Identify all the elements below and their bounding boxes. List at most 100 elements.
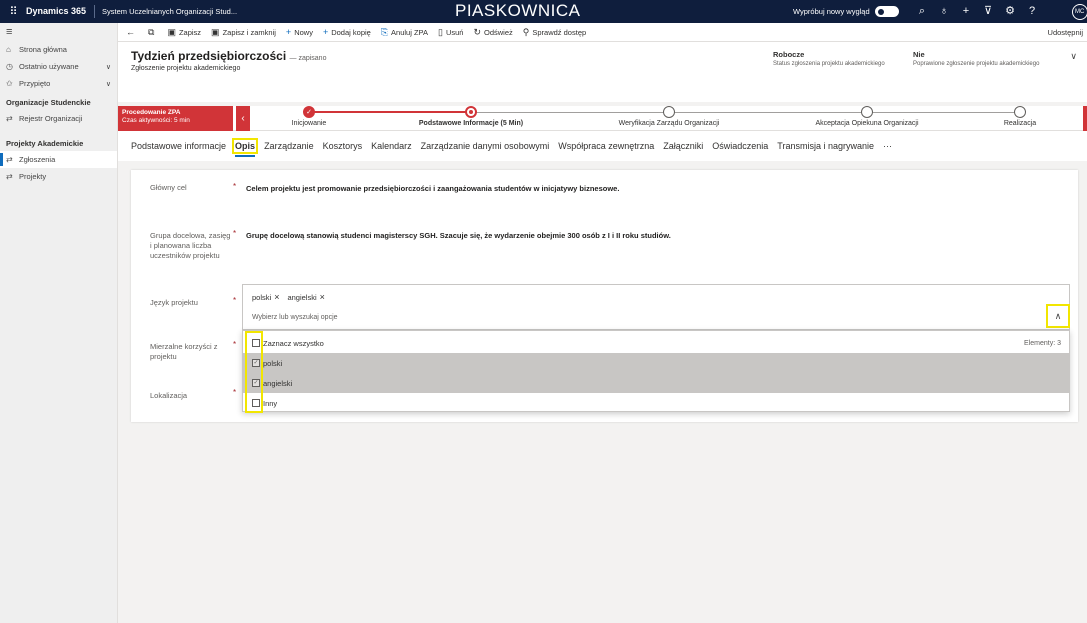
cancel-zpa-button[interactable]: ⎘ Anuluj ZPA — [381, 27, 428, 38]
tab-description[interactable]: Opis — [232, 138, 259, 157]
tab-declarations[interactable]: Oświadczenia — [712, 141, 768, 151]
close-icon[interactable]: × — [320, 292, 325, 302]
check-access-button[interactable]: ⚲ Sprawdź dostęp — [523, 27, 586, 38]
popout-button[interactable]: ⧉ — [148, 27, 157, 38]
option-label: Zaznacz wszystko — [263, 338, 324, 348]
required-mark: * — [233, 388, 237, 397]
process-next-strip[interactable] — [1083, 106, 1087, 131]
save-icon: ▣ — [167, 26, 176, 37]
record-title: Tydzień przedsiębiorczości — [131, 49, 287, 63]
chevron-down-icon[interactable]: ∨ — [106, 80, 111, 88]
close-icon[interactable]: × — [274, 292, 279, 302]
target-group-value[interactable]: Grupę docelową stanowią studenci magiste… — [246, 231, 671, 240]
sidebar-item-projects[interactable]: ⇄ Projekty — [0, 168, 117, 185]
list-item[interactable]: ✓ polski — [243, 353, 1069, 373]
select-all-option[interactable]: Zaznacz wszystko Elementy: 3 — [243, 333, 1069, 353]
stage-label[interactable]: Akceptacja Opiekuna Organizacji — [815, 120, 918, 127]
try-new-look-label: Wypróbuj nowy wygląd — [793, 7, 870, 16]
sidebar-item-label: Rejestr Organizacji — [19, 114, 83, 123]
tab-more[interactable]: ··· — [883, 141, 892, 151]
chevron-up-icon[interactable]: ∧ — [1046, 304, 1070, 328]
tab-personal-data[interactable]: Zarządzanie danymi osobowymi — [421, 141, 550, 151]
sidebar-item-submissions[interactable]: ⇄ Zgłoszenia — [0, 151, 117, 168]
filter-icon[interactable]: ⊽ — [977, 3, 999, 19]
status-value: Robocze — [773, 50, 805, 59]
goal-value[interactable]: Celem projektu jest promowanie przedsięb… — [246, 184, 619, 193]
sidebar-group-projects: Projekty Akademickie — [6, 139, 84, 148]
brand-name[interactable]: Dynamics 365 — [26, 5, 96, 18]
sidebar-item-pinned[interactable]: ✩ Przypięto ∨ — [0, 75, 117, 92]
avatar[interactable]: MC — [1072, 4, 1087, 20]
plus-icon[interactable]: + — [955, 3, 977, 19]
stage-label[interactable]: Inicjowanie — [292, 120, 327, 127]
tab-calendar[interactable]: Kalendarz — [371, 141, 412, 151]
tab-management[interactable]: Zarządzanie — [264, 141, 314, 151]
tab-basic-info[interactable]: Podstawowe informacje — [131, 141, 226, 151]
stage-node[interactable] — [663, 106, 675, 118]
option-label: polski — [263, 358, 283, 368]
top-icons: ⌕ ♁ + ⊽ ⚙ ? — [911, 3, 1043, 19]
delete-label: Usuń — [445, 27, 464, 37]
language-search-input[interactable]: Wybierz lub wyszukaj opcje — [252, 314, 338, 321]
stage-node-active[interactable] — [465, 106, 477, 118]
back-button[interactable]: ← — [126, 27, 138, 37]
checkbox[interactable]: ✓ — [252, 379, 260, 387]
sidebar-item-recent[interactable]: ◷ Ostatnio używane ∨ — [0, 58, 117, 75]
lightbulb-icon[interactable]: ♁ — [933, 3, 955, 19]
checkbox[interactable] — [252, 339, 260, 347]
option-label: angielski — [263, 378, 293, 388]
language-tags: polski × angielski × — [252, 292, 333, 302]
checkbox[interactable] — [252, 399, 260, 407]
stage-label[interactable]: Weryfikacja Zarządu Organizacji — [619, 120, 720, 127]
stage-node[interactable] — [861, 106, 873, 118]
try-new-look[interactable]: Wypróbuj nowy wygląd — [793, 6, 899, 17]
option-label: Inny — [263, 398, 278, 408]
new-button[interactable]: + Nowy — [286, 27, 313, 37]
tab-external-cooperation[interactable]: Współpraca zewnętrzna — [558, 141, 654, 151]
add-copy-button[interactable]: + Dodaj kopię — [323, 27, 371, 37]
benefits-label: Mierzalne korzyści z projektu — [150, 342, 218, 361]
stage-label[interactable]: Realizacja — [1004, 120, 1036, 127]
app-launcher-icon[interactable]: ⠿ — [0, 5, 26, 18]
tag-chip: polski × — [252, 292, 279, 302]
page-title: Tydzień przedsiębiorczości — zapisano — [131, 49, 326, 63]
chevron-left-icon[interactable]: ‹ — [236, 106, 250, 131]
hamburger-icon[interactable]: ≡ — [0, 23, 117, 41]
delete-button[interactable]: ▯ Usuń — [438, 27, 463, 38]
share-button[interactable]: Udostępnij — [1048, 28, 1083, 37]
clock-icon: ◷ — [6, 62, 13, 71]
list-item[interactable]: Inny — [243, 393, 1069, 413]
list-item[interactable]: ✓ angielski — [243, 373, 1069, 393]
key-search-icon: ⚲ — [522, 26, 530, 37]
process-flyout[interactable]: Procedowanie ZPA Czas aktywności: 5 min — [118, 106, 233, 131]
process-time: Czas aktywności: 5 min — [122, 117, 190, 124]
app-name[interactable]: System Uczelnianych Organizacji Stud... — [95, 7, 237, 16]
sidebar-item-label: Ostatnio używane — [19, 62, 79, 71]
stage-label-active[interactable]: Podstawowe Informacje (5 Min) — [419, 120, 523, 127]
sidebar-item-home[interactable]: ⌂ Strona główna — [0, 41, 117, 58]
language-multiselect[interactable]: polski × angielski × Wybierz lub wyszuka… — [242, 284, 1070, 330]
tab-attachments[interactable]: Załączniki — [663, 141, 703, 151]
tab-budget[interactable]: Kosztorys — [323, 141, 363, 151]
checkbox[interactable]: ✓ — [252, 359, 260, 367]
gear-icon[interactable]: ⚙ — [999, 3, 1021, 19]
sidebar: ≡ ⌂ Strona główna ◷ Ostatnio używane ∨ ✩… — [0, 23, 118, 623]
cancel-doc-icon: ⎘ — [380, 26, 389, 37]
sidebar-item-registry[interactable]: ⇄ Rejestr Organizacji — [0, 110, 117, 127]
help-icon[interactable]: ? — [1021, 3, 1043, 19]
try-new-look-toggle[interactable] — [874, 6, 899, 17]
chevron-down-icon[interactable]: ∨ — [106, 63, 111, 71]
home-icon: ⌂ — [6, 45, 11, 54]
stage-node[interactable] — [1014, 106, 1026, 118]
save-button[interactable]: ▣ Zapisz — [167, 27, 201, 38]
tag-chip: angielski × — [287, 292, 324, 302]
refresh-button[interactable]: ↻ Odśwież — [473, 27, 512, 38]
tab-streaming[interactable]: Transmisja i nagrywanie — [777, 141, 874, 151]
save-close-button[interactable]: ▣ Zapisz i zamknij — [211, 27, 276, 38]
corrected-value: Nie — [913, 50, 925, 59]
chevron-down-icon[interactable]: ∨ — [1070, 51, 1077, 62]
top-bar: ⠿ Dynamics 365 System Uczelnianych Organ… — [0, 0, 1087, 23]
search-icon[interactable]: ⌕ — [911, 3, 933, 19]
stage-node-done[interactable]: ✓ — [303, 106, 315, 118]
language-label: Język projektu — [150, 298, 198, 307]
